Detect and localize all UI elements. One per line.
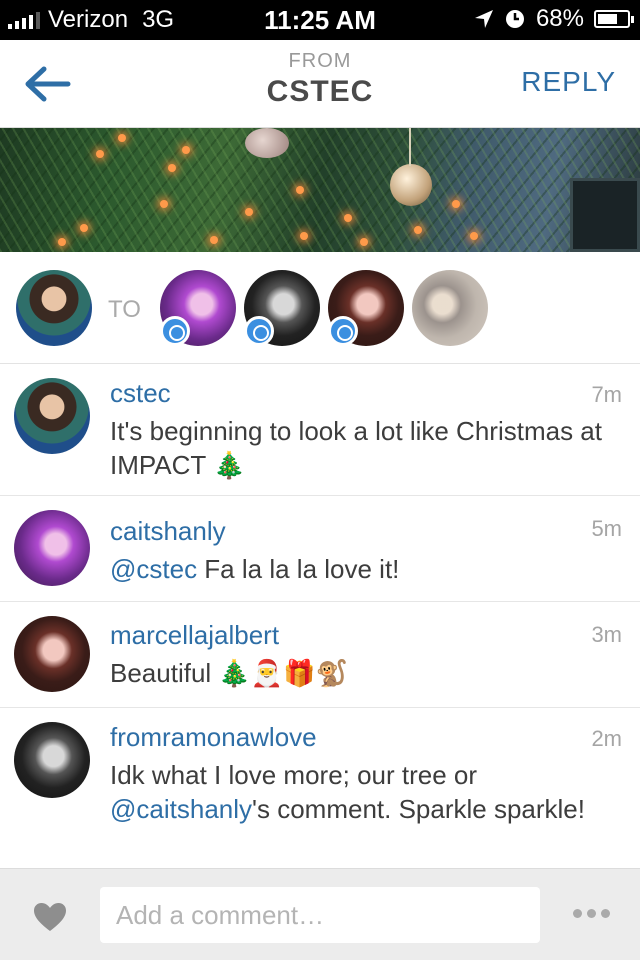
ornament [390, 164, 432, 206]
comment-input[interactable] [100, 887, 540, 943]
comment-timestamp: 3m [591, 622, 622, 647]
comment-timestamp: 7m [591, 382, 622, 407]
comment-item: fromramonawlove 2m Idk what I love more;… [0, 708, 640, 868]
emoji: 🎄 [213, 450, 246, 480]
direct-message-badge-icon [328, 316, 358, 346]
comment-timestamp: 2m [591, 726, 622, 751]
comment-body: 's comment. Sparkle sparkle! [252, 794, 585, 824]
commenter-avatar[interactable] [14, 616, 90, 692]
recipient-avatar[interactable] [412, 270, 488, 346]
comment-item: marcellajalbert 3m Beautiful 🎄🎅🎁🐒 [0, 602, 640, 708]
commenter-avatar[interactable] [14, 378, 90, 454]
battery-percent: 68% [535, 5, 584, 32]
alarm-clock-icon [505, 10, 524, 28]
comment-username[interactable]: fromramonawlove [110, 722, 317, 753]
direct-message-badge-icon [160, 316, 190, 346]
comment-body: Beautiful [110, 658, 212, 688]
comment-text: It's beginning to look a lot like Christ… [110, 414, 624, 482]
comment-text: Beautiful 🎄🎅🎁🐒 [110, 656, 624, 690]
mention-link[interactable]: @caitshanly [110, 794, 252, 824]
recipients-row: TO [0, 252, 640, 364]
comment-item: cstec 7m It's beginning to look a lot li… [0, 364, 640, 496]
comment-username[interactable]: cstec [110, 378, 171, 409]
comment-bar [0, 868, 640, 960]
status-right: 68% [474, 5, 634, 33]
comment-timestamp: 5m [591, 516, 622, 541]
comment-text: @cstec Fa la la la love it! [110, 552, 624, 586]
comment-body: It's beginning to look a lot like Christ… [110, 416, 602, 480]
picture-frame-decoration [570, 178, 640, 252]
commenter-avatar[interactable] [14, 722, 90, 798]
reply-button[interactable]: REPLY [521, 66, 616, 98]
ornament [245, 128, 289, 158]
location-arrow-icon [474, 10, 493, 28]
sender-avatar[interactable] [16, 270, 92, 346]
battery-icon [594, 10, 634, 28]
comment-username[interactable]: marcellajalbert [110, 620, 279, 651]
to-label: TO [108, 296, 141, 323]
commenter-avatar[interactable] [14, 510, 90, 586]
more-dots-icon[interactable] [573, 909, 610, 918]
status-bar: Verizon 3G 11:25 AM 68% [0, 0, 640, 40]
heart-icon[interactable] [32, 901, 68, 933]
direct-message-badge-icon [244, 316, 274, 346]
comment-item: caitshanly 5m @cstec Fa la la la love it… [0, 496, 640, 602]
emoji: 🎄🎅🎁🐒 [218, 658, 348, 688]
navigation-bar: FROM CSTEC REPLY [0, 40, 640, 128]
shared-photo[interactable] [0, 128, 640, 252]
comment-body: Fa la la la love it! [197, 554, 400, 584]
comment-body: Idk what I love more; our tree or [110, 760, 478, 790]
mention-link[interactable]: @cstec [110, 554, 197, 584]
comment-text: Idk what I love more; our tree or @caits… [110, 758, 624, 826]
comment-username[interactable]: caitshanly [110, 516, 226, 547]
